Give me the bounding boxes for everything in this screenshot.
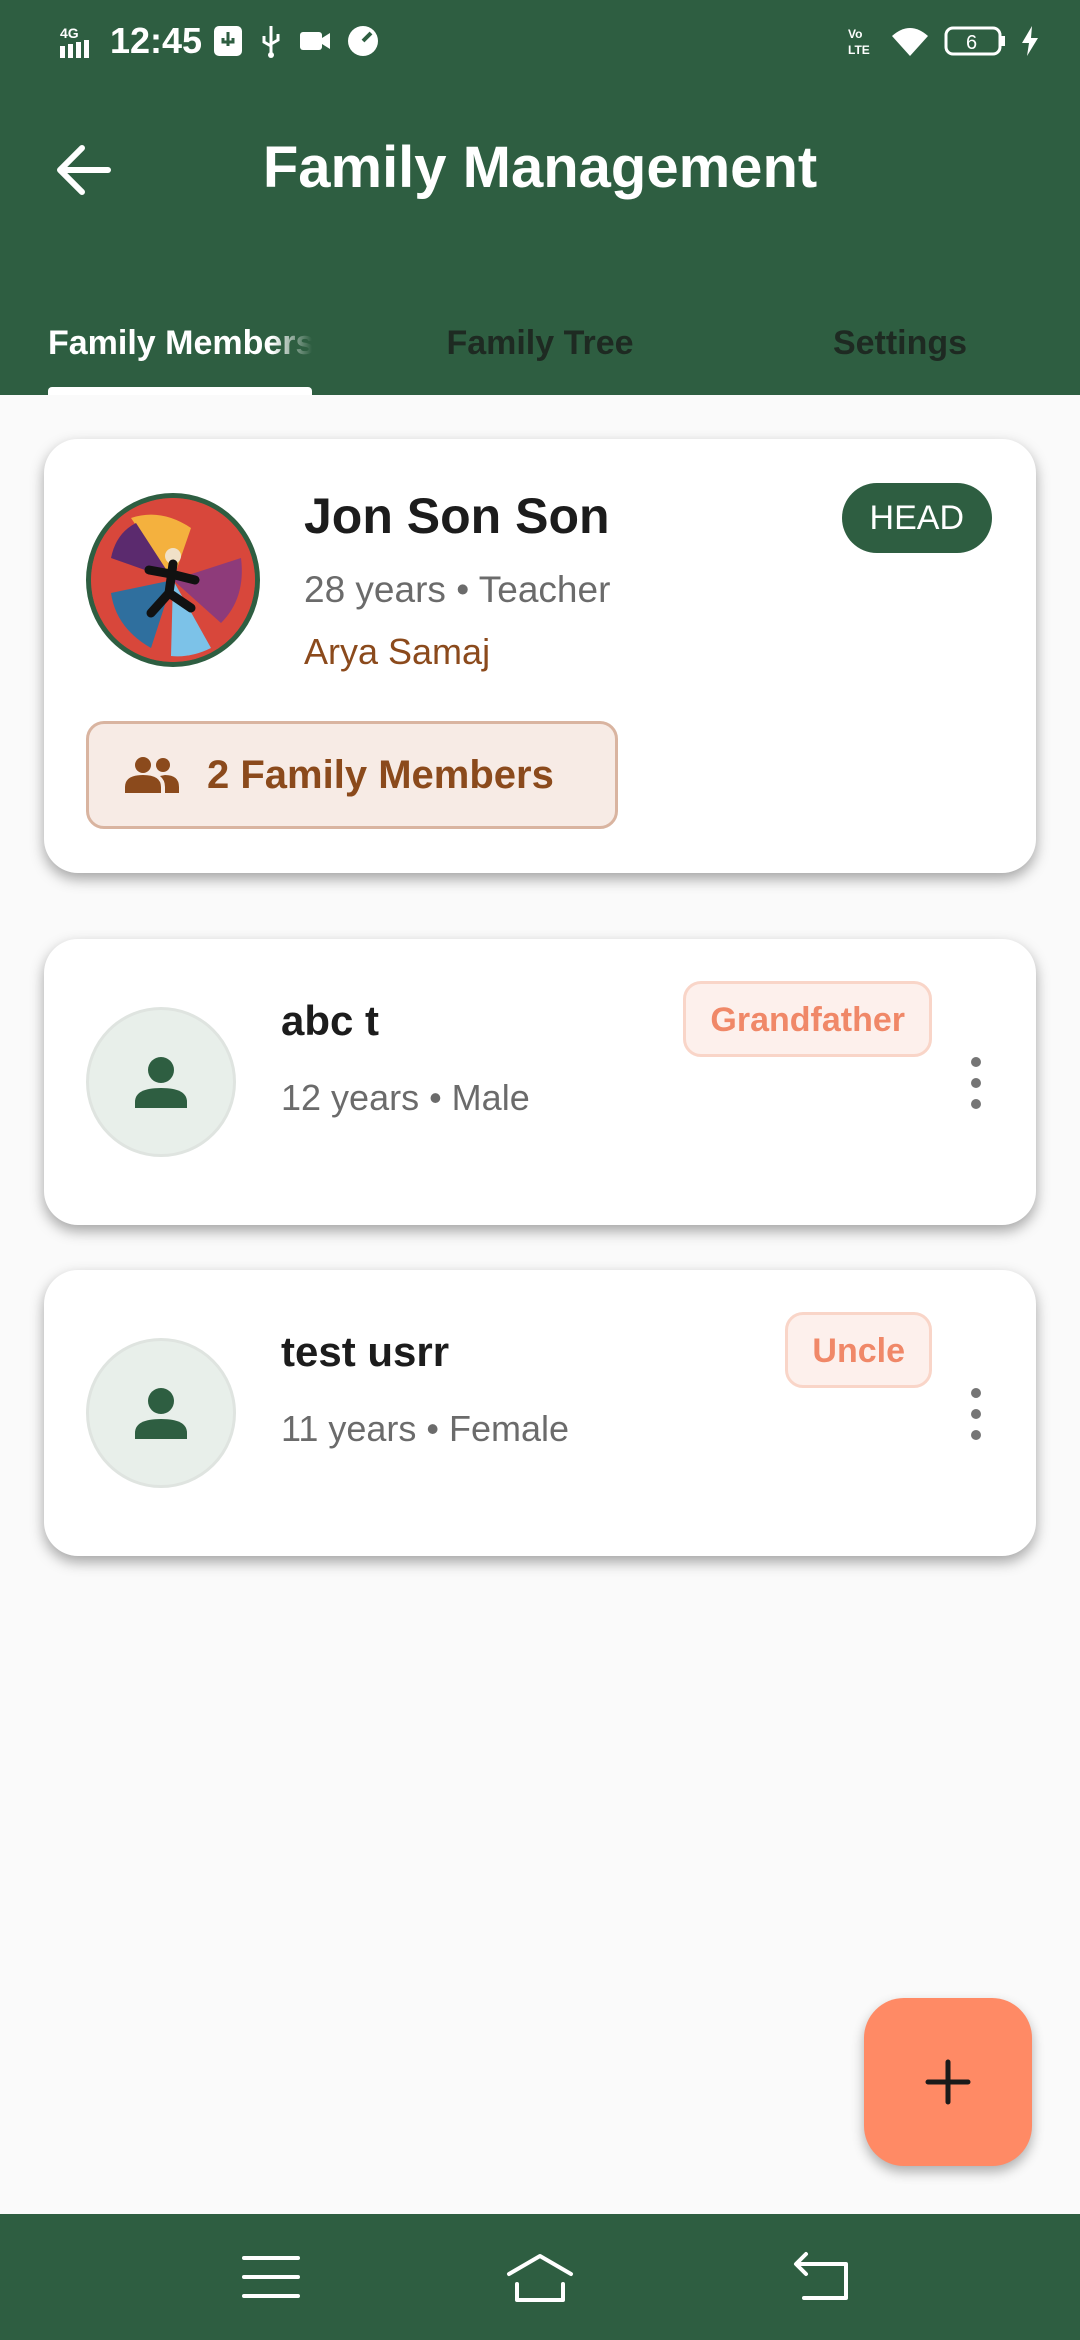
more-vert-icon: [971, 1388, 981, 1398]
system-nav-bar: [0, 2214, 1080, 2340]
family-count-label: 2 Family Members: [207, 752, 554, 797]
network-type-label: 4G: [60, 25, 79, 41]
member-avatar: [86, 1338, 236, 1488]
relation-badge: Grandfather: [683, 981, 932, 1057]
avatar-artwork-icon: [91, 498, 255, 662]
svg-text:Vo: Vo: [848, 27, 862, 41]
tab-label: Settings: [832, 324, 968, 362]
usb-settings-icon: [212, 24, 244, 63]
tab-settings[interactable]: Settings: [760, 299, 1040, 395]
tab-family-members[interactable]: Family Members: [48, 299, 312, 395]
video-record-icon: [298, 24, 332, 63]
add-member-button[interactable]: [864, 1998, 1032, 2166]
tab-fade: [272, 299, 312, 395]
speed-icon: [346, 24, 380, 63]
member-card[interactable]: abc t 12 years • Male Grandfather: [44, 939, 1036, 1225]
nav-menu-button[interactable]: [236, 2244, 306, 2310]
menu-icon: [242, 2256, 300, 2298]
arrow-left-icon: [57, 145, 111, 195]
head-samaj: Arya Samaj: [304, 631, 491, 672]
nav-back-button[interactable]: [790, 2244, 860, 2310]
network-signal-icon: 4G: [60, 25, 89, 58]
more-options-button[interactable]: [956, 1388, 996, 1440]
member-name: test usrr: [281, 1328, 450, 1375]
status-bar: 4G 12:45 Vo LTE 6: [0, 0, 1080, 90]
page-title: Family Management: [262, 135, 818, 200]
battery-icon: 6: [944, 24, 1006, 63]
back-nav-icon: [794, 2252, 848, 2300]
member-subtitle: 12 years • Male: [281, 1077, 530, 1118]
more-vert-icon: [971, 1057, 981, 1067]
tab-family-tree[interactable]: Family Tree: [360, 299, 720, 395]
nav-home-button[interactable]: [505, 2244, 575, 2310]
plus-icon: [925, 2059, 971, 2105]
head-badge: HEAD: [841, 483, 992, 553]
usb-icon: [258, 24, 284, 63]
tab-indicator: [48, 387, 312, 395]
wifi-icon: [890, 24, 930, 63]
status-time: 12:45: [110, 20, 203, 61]
person-icon: [135, 1057, 187, 1108]
app-header: 4G 12:45 Vo LTE 6 Family Management Fami…: [0, 0, 1080, 395]
member-subtitle: 11 years • Female: [281, 1408, 570, 1449]
home-icon: [507, 2254, 573, 2302]
head-member-card[interactable]: Jon Son Son 28 years • Teacher Arya Sama…: [44, 439, 1036, 873]
people-icon: [125, 757, 179, 793]
tab-label: Family Tree: [446, 324, 634, 362]
volte-icon: Vo LTE: [846, 24, 876, 63]
relation-badge: Uncle: [785, 1312, 932, 1388]
back-button[interactable]: [50, 136, 118, 204]
head-name: Jon Son Son: [304, 488, 610, 544]
member-card[interactable]: test usrr 11 years • Female Uncle: [44, 1270, 1036, 1556]
head-subtitle: 28 years • Teacher: [304, 569, 611, 610]
svg-text:LTE: LTE: [848, 43, 870, 57]
person-icon: [135, 1388, 187, 1439]
tab-bar: Family Members Family Tree Settings: [0, 283, 1080, 395]
family-count-chip[interactable]: 2 Family Members: [86, 721, 618, 829]
member-name: abc t: [281, 997, 380, 1044]
more-options-button[interactable]: [956, 1057, 996, 1109]
app-bar: Family Management: [0, 110, 1080, 230]
battery-level: 6: [966, 32, 977, 54]
member-avatar: [86, 1007, 236, 1157]
charging-icon: [1020, 24, 1040, 63]
head-avatar: [86, 493, 260, 667]
